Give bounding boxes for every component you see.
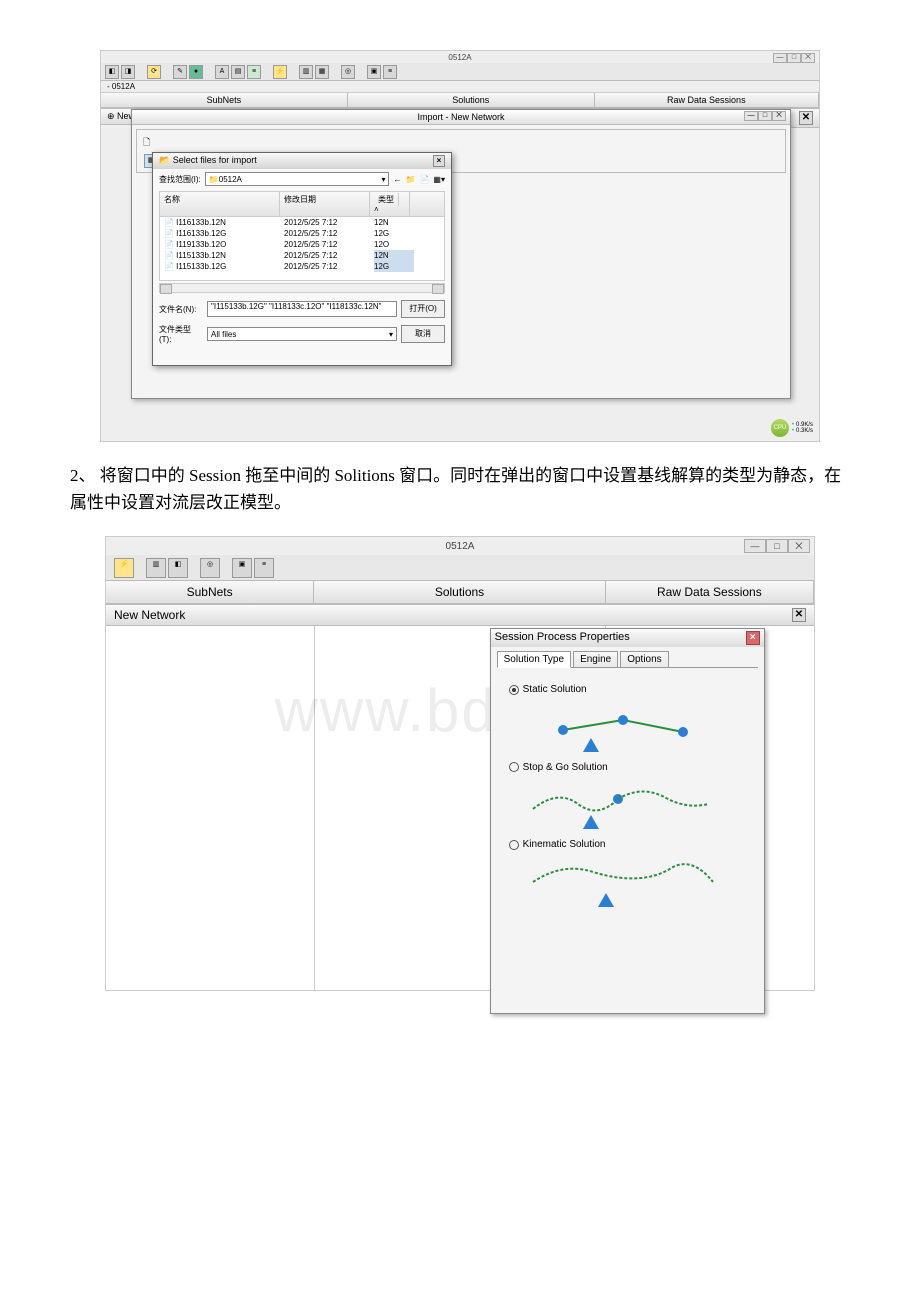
filename-input[interactable]: "I115133b.12G" "I118133c.12O" "I118133c.… bbox=[207, 301, 397, 317]
tab-body: Static Solution bbox=[491, 668, 764, 927]
app-title: 0512A bbox=[448, 53, 471, 62]
panel-new-network: New Network ✕ bbox=[106, 604, 814, 626]
radio-icon bbox=[509, 840, 519, 850]
maximize-button[interactable]: □ bbox=[766, 539, 788, 553]
tabs: Solution Type Engine Options bbox=[497, 651, 758, 668]
globe-icon[interactable]: ◎ bbox=[200, 558, 220, 578]
kinematic-diagram bbox=[523, 857, 752, 911]
tool-icon[interactable]: A bbox=[215, 65, 229, 79]
cpu-icon: CPU bbox=[771, 419, 789, 437]
tool-icon[interactable]: ◧ bbox=[168, 558, 188, 578]
cpu-down: 0.3K/s bbox=[792, 428, 813, 434]
tool-icon[interactable]: ◧ bbox=[105, 65, 119, 79]
col-date[interactable]: 修改日期 bbox=[280, 192, 370, 216]
radio-kinematic[interactable]: Kinematic Solution bbox=[509, 839, 606, 850]
filename-label: 文件名(N): bbox=[159, 304, 203, 315]
tab-solution-type[interactable]: Solution Type bbox=[497, 651, 571, 668]
close-icon[interactable]: ✕ bbox=[799, 111, 813, 125]
file-scroll[interactable] bbox=[159, 283, 445, 293]
lightning-icon[interactable]: ⚡ bbox=[273, 65, 287, 79]
import-window: Import - New Network — □ ⨉ 🗋 ▦ ▤ ✎ ☐ ◫ ◎… bbox=[131, 109, 791, 399]
static-diagram bbox=[523, 702, 752, 756]
radio-icon bbox=[509, 762, 519, 772]
tool-icon[interactable]: ▤ bbox=[231, 65, 245, 79]
globe-icon[interactable]: ◎ bbox=[341, 65, 355, 79]
file-dialog-title: 📂 Select files for import × bbox=[153, 153, 451, 169]
window-controls: — □ ⨉ bbox=[773, 53, 815, 63]
radio-stopgo[interactable]: Stop & Go Solution bbox=[509, 762, 608, 773]
app-window-1: 0512A — □ ⨉ ◧ ◨ ⟳ ✎ ● A ▤ ≡ ⚡ ▥ ▦ ◎ bbox=[101, 51, 819, 441]
file-list: 名称 修改日期 类型 ˄ 📄 I116133b.12N2012/5/25 7:1… bbox=[159, 191, 445, 281]
lightning-icon[interactable]: ⚡ bbox=[114, 558, 134, 578]
file-row[interactable]: 📄 I116133b.12G2012/5/25 7:1212G bbox=[160, 228, 444, 239]
col-type[interactable]: 类型 ˄ bbox=[370, 192, 410, 216]
file-row[interactable]: 📄 I116133b.12N2012/5/25 7:1212N bbox=[160, 217, 444, 228]
session-properties-dialog: Session Process Properties × Solution Ty… bbox=[490, 628, 765, 1014]
breadcrumb: - 0512A bbox=[101, 81, 819, 93]
doc-paragraph: 2、 将窗口中的 Session 拖至中间的 Solitions 窗口。同时在弹… bbox=[70, 462, 850, 516]
sessions-header: Raw Data Sessions bbox=[606, 581, 814, 604]
close-icon[interactable]: × bbox=[746, 631, 760, 645]
file-row[interactable]: 📄 I115133b.12N2012/5/25 7:1212N bbox=[160, 250, 444, 261]
close-button[interactable]: ⨉ bbox=[772, 111, 786, 121]
app-title: 0512A bbox=[446, 541, 475, 552]
close-button[interactable]: ⨉ bbox=[788, 539, 810, 553]
sessions-header: Raw Data Sessions bbox=[595, 93, 819, 108]
file-row[interactable]: 📄 I115133b.12G2012/5/25 7:1212G bbox=[160, 261, 444, 272]
solutions-header: Solutions bbox=[314, 581, 606, 604]
tool-icon[interactable]: ≡ bbox=[247, 65, 261, 79]
open-button[interactable]: 打开(O) bbox=[401, 300, 445, 318]
toolbar: ⚡ ▥ ◧ ◎ ▣ ≡ bbox=[106, 555, 814, 581]
close-icon[interactable]: ✕ bbox=[792, 608, 806, 622]
look-in-label: 查找范围(I): bbox=[159, 174, 201, 185]
dialog-title: Session Process Properties × bbox=[491, 629, 764, 647]
tab-options[interactable]: Options bbox=[620, 651, 668, 667]
import-window-title: Import - New Network — □ ⨉ bbox=[132, 110, 790, 125]
tool-icon[interactable]: ▦ bbox=[315, 65, 329, 79]
tool-icon[interactable]: ◨ bbox=[121, 65, 135, 79]
tool-icon[interactable]: ▥ bbox=[146, 558, 166, 578]
radio-static[interactable]: Static Solution bbox=[509, 684, 587, 695]
list-icon[interactable]: ≡ bbox=[254, 558, 274, 578]
tool-icon[interactable]: ▥ bbox=[299, 65, 313, 79]
maximize-button[interactable]: □ bbox=[787, 53, 801, 63]
toolbar: ◧ ◨ ⟳ ✎ ● A ▤ ≡ ⚡ ▥ ▦ ◎ ▣ ≡ bbox=[101, 63, 819, 81]
minimize-button[interactable]: — bbox=[744, 539, 766, 553]
doc-icon[interactable]: ▣ bbox=[367, 65, 381, 79]
file-open-dialog: 📂 Select files for import × 查找范围(I): 📁 0… bbox=[152, 152, 452, 366]
look-in-select[interactable]: 📁 0512A▾ bbox=[205, 172, 390, 186]
title-bar: 0512A — □ ⨉ bbox=[101, 51, 819, 63]
close-button[interactable]: ⨉ bbox=[801, 53, 815, 63]
minimize-button[interactable]: — bbox=[773, 53, 787, 63]
dot-icon[interactable]: ● bbox=[189, 65, 203, 79]
stopgo-diagram bbox=[523, 779, 752, 833]
maximize-button[interactable]: □ bbox=[758, 111, 772, 121]
minimize-button[interactable]: — bbox=[744, 111, 758, 121]
app-window-2: 0512A — □ ⨉ ⚡ ▥ ◧ ◎ ▣ ≡ SubNets Solution… bbox=[106, 537, 814, 990]
doc-icon[interactable]: ▣ bbox=[232, 558, 252, 578]
list-icon[interactable]: ≡ bbox=[383, 65, 397, 79]
solutions-header: Solutions bbox=[348, 93, 595, 108]
close-icon[interactable]: × bbox=[433, 155, 445, 167]
radio-icon bbox=[509, 685, 519, 695]
filetype-label: 文件类型(T): bbox=[159, 324, 203, 344]
cancel-button[interactable]: 取消 bbox=[401, 325, 445, 343]
window-controls: — □ ⨉ bbox=[744, 539, 810, 553]
file-row[interactable]: 📄 I119133b.12O2012/5/25 7:1212O bbox=[160, 239, 444, 250]
subnets-header: SubNets bbox=[101, 93, 348, 108]
col-name[interactable]: 名称 bbox=[160, 192, 280, 216]
edit-icon[interactable]: ✎ bbox=[173, 65, 187, 79]
title-bar: 0512A — □ ⨉ bbox=[106, 537, 814, 555]
cpu-badge: CPU 0.9K/s 0.3K/s bbox=[771, 419, 813, 437]
tab-engine[interactable]: Engine bbox=[573, 651, 618, 667]
subnets-header: SubNets bbox=[106, 581, 314, 604]
refresh-icon[interactable]: ⟳ bbox=[147, 65, 161, 79]
filetype-select[interactable]: All files▾ bbox=[207, 327, 397, 341]
